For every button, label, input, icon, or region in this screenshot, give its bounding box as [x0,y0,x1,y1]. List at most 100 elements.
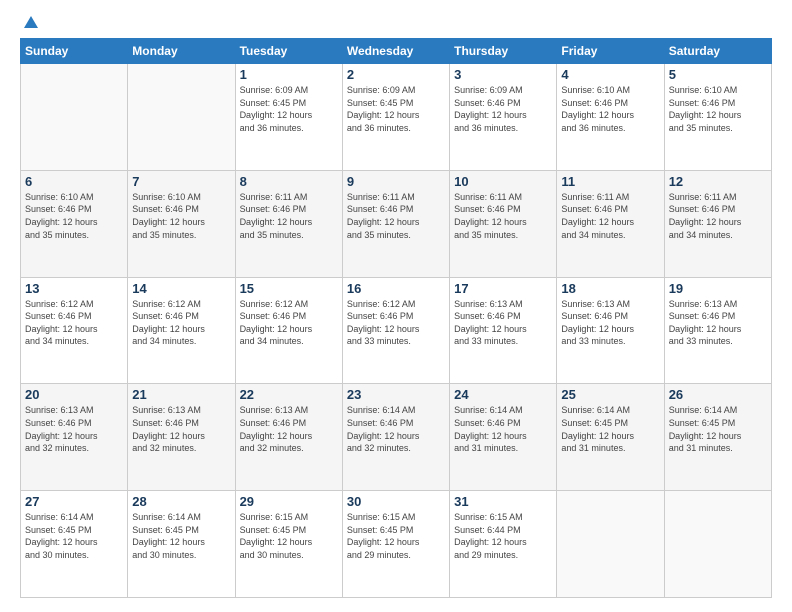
day-number: 21 [132,387,230,402]
day-number: 25 [561,387,659,402]
day-info: Sunrise: 6:12 AM Sunset: 6:46 PM Dayligh… [132,298,230,348]
calendar-cell: 4 Sunrise: 6:10 AM Sunset: 6:46 PM Daylig… [557,64,664,171]
calendar-cell: 13 Sunrise: 6:12 AM Sunset: 6:46 PM Dayli… [21,277,128,384]
day-number: 3 [454,67,552,82]
day-number: 14 [132,281,230,296]
calendar-cell: 27 Sunrise: 6:14 AM Sunset: 6:45 PM Dayli… [21,491,128,598]
calendar-cell [21,64,128,171]
weekday-header-monday: Monday [128,39,235,64]
day-info: Sunrise: 6:10 AM Sunset: 6:46 PM Dayligh… [25,191,123,241]
calendar-cell: 16 Sunrise: 6:12 AM Sunset: 6:46 PM Dayli… [342,277,449,384]
day-number: 10 [454,174,552,189]
calendar-cell: 31Sunrise: 6:15 AM Sunset: 6:44 PM Dayli… [450,491,557,598]
calendar-week-3: 13 Sunrise: 6:12 AM Sunset: 6:46 PM Dayli… [21,277,772,384]
day-number: 8 [240,174,338,189]
day-number: 2 [347,67,445,82]
calendar-cell: 20Sunrise: 6:13 AM Sunset: 6:46 PM Dayli… [21,384,128,491]
calendar-week-4: 20 Sunrise: 6:13 AM Sunset: 6:46 PM Dayli… [21,384,772,491]
calendar-cell: 26 Sunrise: 6:14 AM Sunset: 6:45 PM Dayli… [664,384,771,491]
day-number: 16 [347,281,445,296]
calendar-cell: 28 Sunrise: 6:14 AM Sunset: 6:45 PM Dayli… [128,491,235,598]
day-info: Sunrise: 6:11 AM Sunset: 6:46 PM Dayligh… [347,191,445,241]
day-info: Sunrise: 6:12 AM Sunset: 6:46 PM Dayligh… [25,298,123,348]
weekday-header-tuesday: Tuesday [235,39,342,64]
day-number: 28 [132,494,230,509]
weekday-header-sunday: Sunday [21,39,128,64]
calendar-cell: 11Sunrise: 6:11 AM Sunset: 6:46 PM Dayli… [557,170,664,277]
calendar-cell: 1 Sunrise: 6:09 AM Sunset: 6:45 PM Daylig… [235,64,342,171]
day-info: Sunrise: 6:13 AM Sunset: 6:46 PM Dayligh… [561,298,659,348]
day-info: Sunrise: 6:15 AM Sunset: 6:44 PM Dayligh… [454,511,552,561]
calendar-cell: 8 Sunrise: 6:11 AM Sunset: 6:46 PM Daylig… [235,170,342,277]
day-number: 13 [25,281,123,296]
day-info: Sunrise: 6:13 AM Sunset: 6:46 PM Dayligh… [454,298,552,348]
weekday-header-wednesday: Wednesday [342,39,449,64]
calendar-week-1: 1 Sunrise: 6:09 AM Sunset: 6:45 PM Daylig… [21,64,772,171]
day-info: Sunrise: 6:15 AM Sunset: 6:45 PM Dayligh… [347,511,445,561]
day-number: 12 [669,174,767,189]
day-number: 15 [240,281,338,296]
day-info: Sunrise: 6:13 AM Sunset: 6:46 PM Dayligh… [240,404,338,454]
header [20,18,772,28]
day-number: 6 [25,174,123,189]
day-number: 24 [454,387,552,402]
page: SundayMondayTuesdayWednesdayThursdayFrid… [0,0,792,612]
calendar-cell: 22 Sunrise: 6:13 AM Sunset: 6:46 PM Dayli… [235,384,342,491]
day-number: 7 [132,174,230,189]
calendar-cell: 15 Sunrise: 6:12 AM Sunset: 6:46 PM Dayli… [235,277,342,384]
day-info: Sunrise: 6:12 AM Sunset: 6:46 PM Dayligh… [240,298,338,348]
calendar-cell [557,491,664,598]
calendar-cell: 18Sunrise: 6:13 AM Sunset: 6:46 PM Dayli… [557,277,664,384]
day-number: 29 [240,494,338,509]
day-number: 1 [240,67,338,82]
calendar-cell [128,64,235,171]
day-info: Sunrise: 6:14 AM Sunset: 6:45 PM Dayligh… [132,511,230,561]
day-number: 22 [240,387,338,402]
day-info: Sunrise: 6:09 AM Sunset: 6:45 PM Dayligh… [347,84,445,134]
day-info: Sunrise: 6:14 AM Sunset: 6:46 PM Dayligh… [454,404,552,454]
calendar-cell: 25 Sunrise: 6:14 AM Sunset: 6:45 PM Dayli… [557,384,664,491]
day-number: 23 [347,387,445,402]
weekday-header-saturday: Saturday [664,39,771,64]
calendar-cell: 17 Sunrise: 6:13 AM Sunset: 6:46 PM Dayli… [450,277,557,384]
calendar-cell [664,491,771,598]
day-info: Sunrise: 6:10 AM Sunset: 6:46 PM Dayligh… [132,191,230,241]
calendar-cell: 21 Sunrise: 6:13 AM Sunset: 6:46 PM Dayli… [128,384,235,491]
weekday-header-thursday: Thursday [450,39,557,64]
day-number: 5 [669,67,767,82]
day-number: 17 [454,281,552,296]
day-number: 9 [347,174,445,189]
day-info: Sunrise: 6:13 AM Sunset: 6:46 PM Dayligh… [132,404,230,454]
weekday-header-friday: Friday [557,39,664,64]
calendar-cell: 5Sunrise: 6:10 AM Sunset: 6:46 PM Daylig… [664,64,771,171]
calendar-week-2: 6 Sunrise: 6:10 AM Sunset: 6:46 PM Daylig… [21,170,772,277]
calendar-cell: 24 Sunrise: 6:14 AM Sunset: 6:46 PM Dayli… [450,384,557,491]
day-number: 27 [25,494,123,509]
calendar-cell: 2 Sunrise: 6:09 AM Sunset: 6:45 PM Daylig… [342,64,449,171]
day-number: 4 [561,67,659,82]
day-info: Sunrise: 6:09 AM Sunset: 6:46 PM Dayligh… [454,84,552,134]
calendar-cell: 23Sunrise: 6:14 AM Sunset: 6:46 PM Dayli… [342,384,449,491]
calendar-cell: 29 Sunrise: 6:15 AM Sunset: 6:45 PM Dayli… [235,491,342,598]
day-info: Sunrise: 6:12 AM Sunset: 6:46 PM Dayligh… [347,298,445,348]
day-number: 30 [347,494,445,509]
day-number: 20 [25,387,123,402]
day-info: Sunrise: 6:09 AM Sunset: 6:45 PM Dayligh… [240,84,338,134]
logo-icon [22,14,40,32]
calendar-cell: 14 Sunrise: 6:12 AM Sunset: 6:46 PM Dayli… [128,277,235,384]
day-info: Sunrise: 6:11 AM Sunset: 6:46 PM Dayligh… [240,191,338,241]
calendar-cell: 7 Sunrise: 6:10 AM Sunset: 6:46 PM Daylig… [128,170,235,277]
day-info: Sunrise: 6:14 AM Sunset: 6:45 PM Dayligh… [25,511,123,561]
day-number: 19 [669,281,767,296]
logo [20,18,40,28]
calendar-cell: 19 Sunrise: 6:13 AM Sunset: 6:46 PM Dayli… [664,277,771,384]
day-info: Sunrise: 6:15 AM Sunset: 6:45 PM Dayligh… [240,511,338,561]
day-info: Sunrise: 6:14 AM Sunset: 6:45 PM Dayligh… [669,404,767,454]
day-info: Sunrise: 6:13 AM Sunset: 6:46 PM Dayligh… [669,298,767,348]
calendar-cell: 3 Sunrise: 6:09 AM Sunset: 6:46 PM Daylig… [450,64,557,171]
day-info: Sunrise: 6:14 AM Sunset: 6:45 PM Dayligh… [561,404,659,454]
day-info: Sunrise: 6:10 AM Sunset: 6:46 PM Dayligh… [561,84,659,134]
day-number: 26 [669,387,767,402]
day-info: Sunrise: 6:11 AM Sunset: 6:46 PM Dayligh… [561,191,659,241]
day-info: Sunrise: 6:11 AM Sunset: 6:46 PM Dayligh… [454,191,552,241]
